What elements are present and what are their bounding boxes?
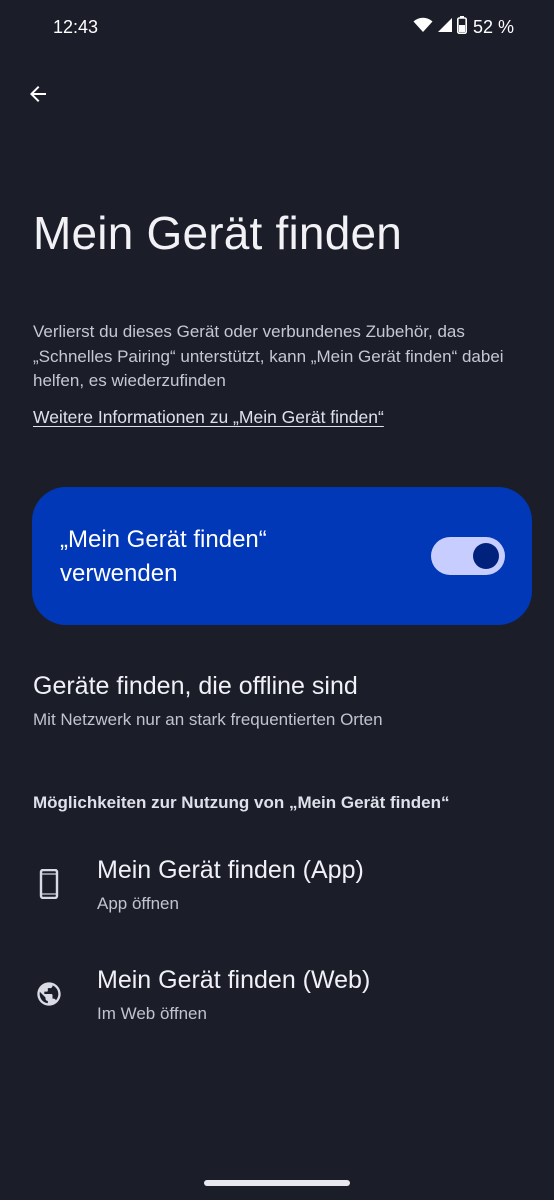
status-bar: 12:43 52 % <box>0 0 554 56</box>
app-item-subtitle: App öffnen <box>97 894 179 913</box>
arrow-back-icon <box>30 86 46 102</box>
wifi-icon <box>413 17 433 38</box>
use-find-my-device-toggle-card[interactable]: „Mein Gerät finden“ verwenden <box>32 487 532 625</box>
phone-icon <box>35 869 63 899</box>
web-item-subtitle: Im Web öffnen <box>97 1004 207 1023</box>
battery-percentage: 52 % <box>472 17 514 37</box>
use-find-my-device-switch[interactable] <box>431 537 505 575</box>
page-description: Verlierst du dieses Gerät oder verbunden… <box>33 322 504 390</box>
back-button[interactable] <box>22 78 54 110</box>
toggle-label: „Mein Gerät finden“ verwenden <box>60 526 267 587</box>
battery-icon <box>456 16 467 39</box>
cell-signal-icon <box>437 17 453 38</box>
web-item-title: Mein Gerät finden (Web) <box>97 966 371 994</box>
switch-thumb <box>473 543 499 569</box>
open-app-item[interactable]: Mein Gerät finden (App) App öffnen <box>0 838 554 928</box>
app-item-title: Mein Gerät finden (App) <box>97 856 364 884</box>
offline-devices-subtitle: Mit Netzwerk nur an stark frequentierten… <box>33 710 383 729</box>
offline-devices-title: Geräte finden, die offline sind <box>33 672 358 700</box>
open-web-item[interactable]: Mein Gerät finden (Web) Im Web öffnen <box>0 948 554 1038</box>
home-indicator[interactable] <box>204 1180 350 1186</box>
status-icons: 52 % <box>413 16 514 39</box>
page-title: Mein Gerät finden <box>33 207 403 259</box>
globe-icon <box>35 980 63 1008</box>
learn-more-link[interactable]: Weitere Informationen zu „Mein Gerät fin… <box>33 407 384 428</box>
status-time: 12:43 <box>53 17 99 37</box>
section-header: Möglichkeiten zur Nutzung von „Mein Gerä… <box>33 793 450 812</box>
